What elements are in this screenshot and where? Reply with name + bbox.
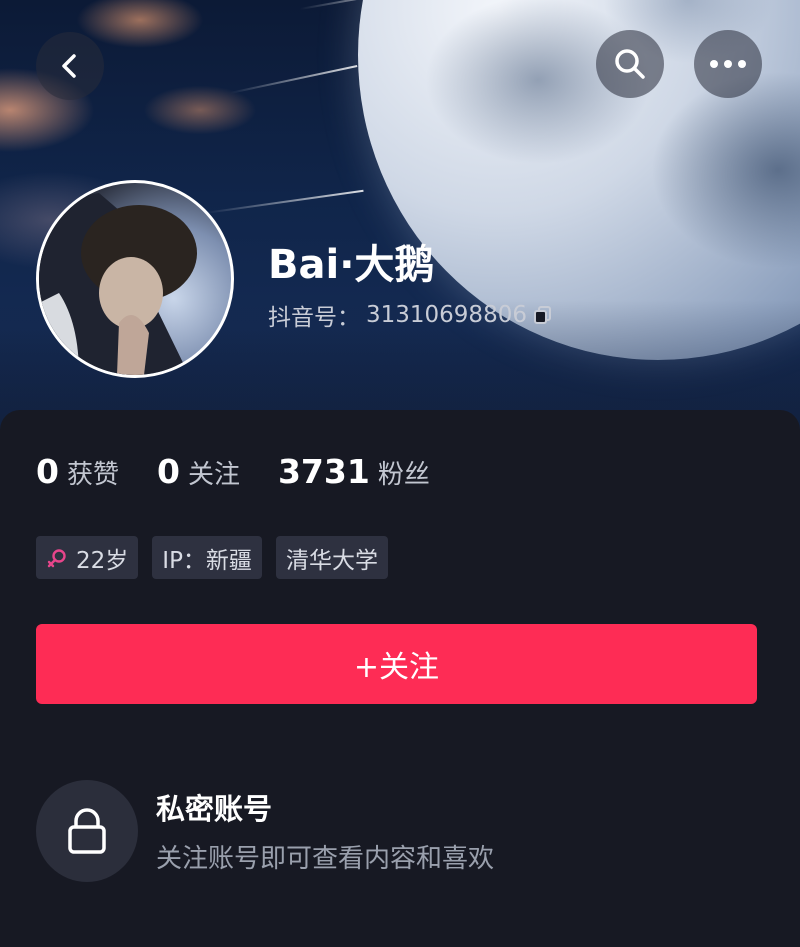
- fans-label: 粉丝: [377, 460, 430, 490]
- profile-tags: 22岁 IP：新疆 清华大学: [36, 536, 388, 579]
- following-label: 关注: [187, 460, 240, 490]
- ip-text: IP：新疆: [162, 547, 252, 574]
- profile-name: Bai·大鹅: [268, 242, 435, 288]
- search-button[interactable]: [596, 30, 664, 98]
- avatar[interactable]: [36, 180, 234, 378]
- tag-ip: IP：新疆: [152, 536, 262, 579]
- likes-label: 获赞: [66, 460, 119, 490]
- follow-button[interactable]: +关注: [36, 624, 757, 704]
- stat-fans[interactable]: 3731 粉丝: [278, 452, 430, 491]
- back-button[interactable]: [36, 32, 104, 100]
- stats-row: 0 获赞 0 关注 3731 粉丝: [36, 452, 468, 492]
- female-icon: [47, 548, 66, 567]
- search-icon: [615, 49, 645, 79]
- private-account-subtitle: 关注账号即可查看内容和喜欢: [156, 844, 495, 874]
- more-button[interactable]: [694, 30, 762, 98]
- likes-count: 0: [36, 452, 59, 491]
- private-lock-badge: [36, 780, 138, 882]
- avatar-image: [39, 193, 197, 375]
- douyin-id-label: 抖音号：: [268, 305, 360, 331]
- lock-icon: [68, 808, 106, 854]
- fans-count: 3731: [277, 452, 370, 491]
- chevron-left-icon: [62, 54, 76, 78]
- more-horizontal-icon: [710, 60, 746, 68]
- douyin-id-row: 抖音号： 31310698806: [268, 298, 553, 332]
- school-text: 清华大学: [285, 547, 378, 574]
- copy-icon: [533, 306, 551, 324]
- following-count: 0: [156, 452, 180, 491]
- copy-id-button[interactable]: [533, 305, 553, 325]
- tag-age: 22岁: [36, 536, 139, 579]
- stat-following[interactable]: 0 关注: [157, 452, 240, 491]
- age-text: 22岁: [76, 547, 129, 574]
- private-account-title: 私密账号: [156, 792, 273, 826]
- stat-likes[interactable]: 0 获赞: [36, 452, 119, 491]
- douyin-id-value: 31310698806: [366, 302, 527, 328]
- tag-school[interactable]: 清华大学: [275, 536, 388, 579]
